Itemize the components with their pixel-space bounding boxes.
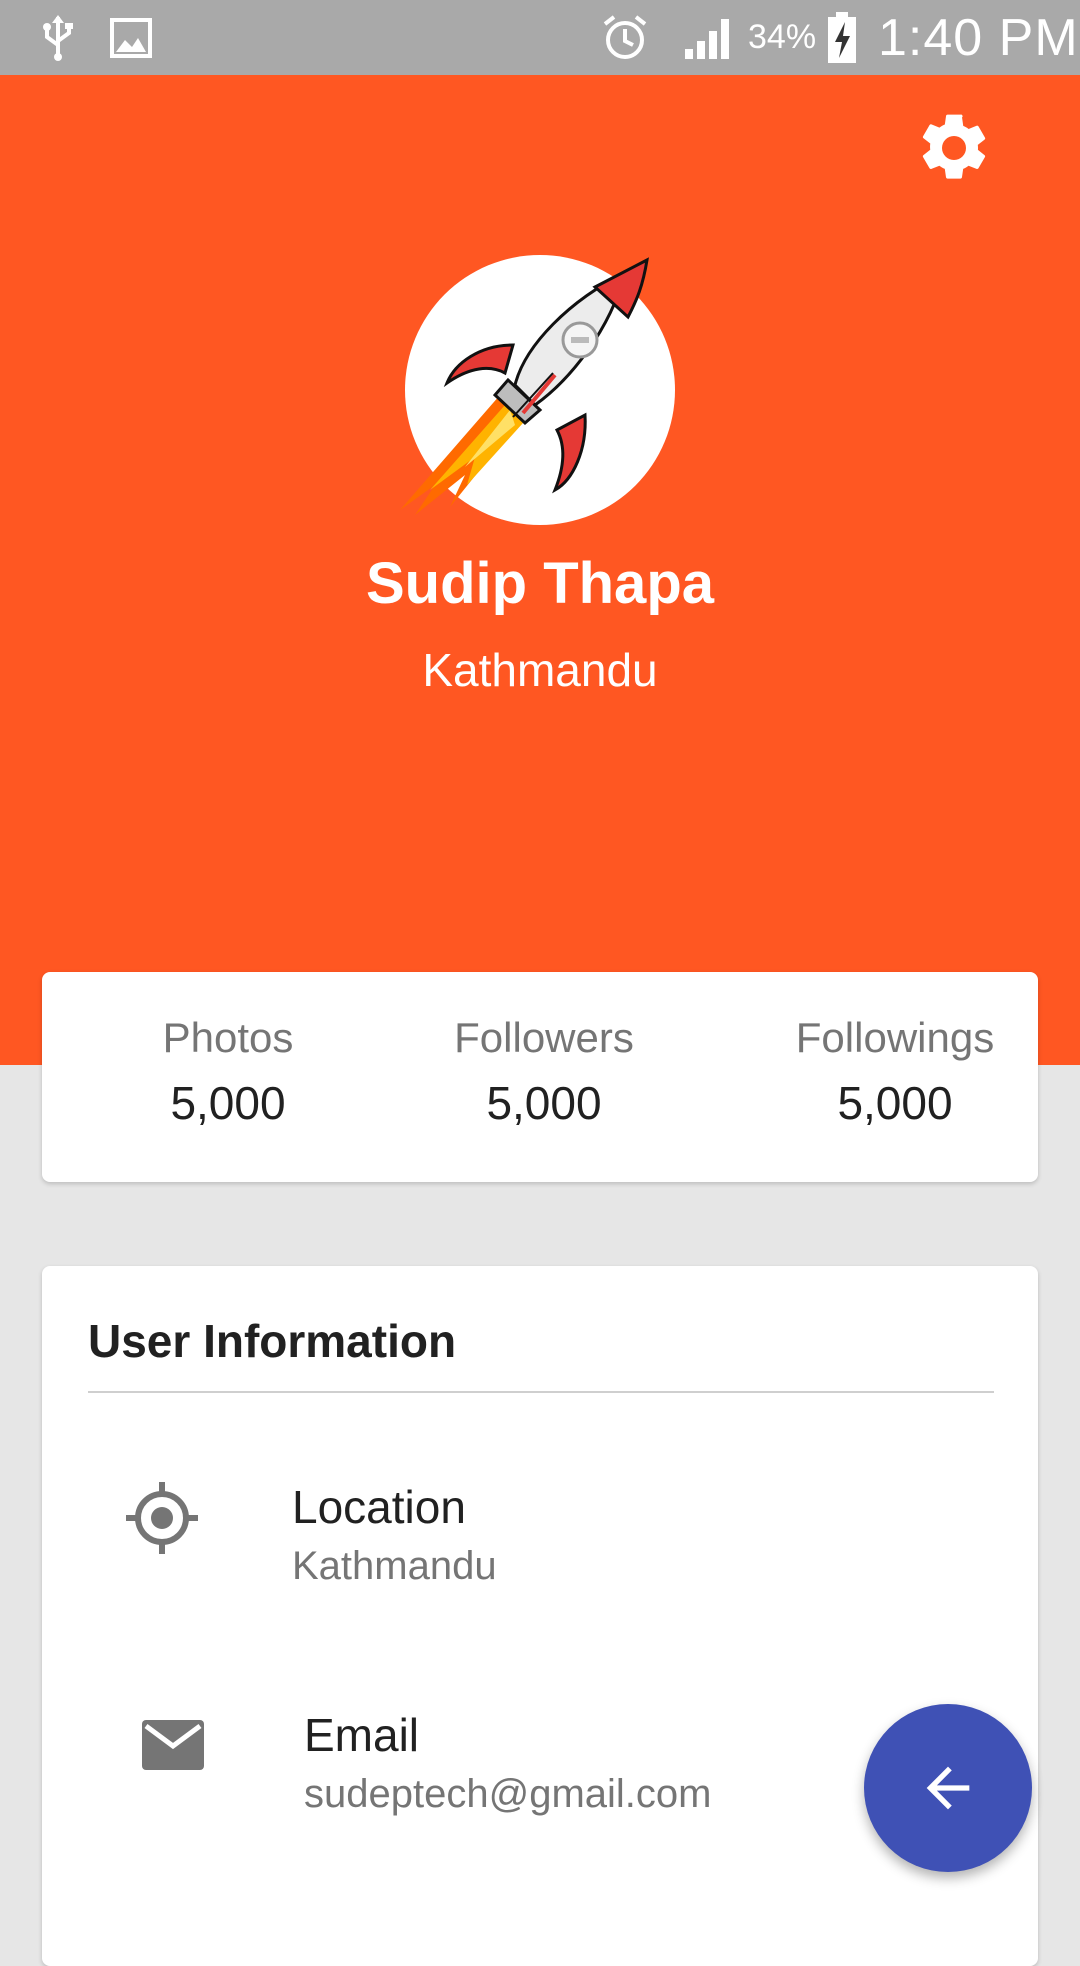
stat-photos[interactable]: Photos 5,000 — [78, 1014, 378, 1130]
usb-icon — [38, 0, 78, 75]
stat-value: 5,000 — [486, 1077, 602, 1129]
user-city: Kathmandu — [422, 644, 658, 696]
section-title: User Information — [88, 1315, 457, 1367]
info-label: Email — [304, 1709, 420, 1761]
gear-icon — [922, 114, 986, 179]
user-information-card: User Information Location Kathmandu Emai… — [42, 1266, 1038, 1966]
signal-icon — [682, 0, 734, 75]
profile-header: Sudip Thapa Kathmandu — [0, 75, 1080, 1065]
info-value: Kathmandu — [292, 1544, 497, 1588]
divider — [88, 1391, 994, 1393]
battery-percent: 34% — [748, 18, 817, 56]
arrow-back-icon — [926, 1766, 970, 1810]
stat-label: Followers — [454, 1014, 634, 1061]
status-bar: 34% 1:40 PM — [0, 0, 1080, 75]
user-name: Sudip Thapa — [366, 551, 714, 616]
clock: 1:40 PM — [878, 8, 1079, 67]
stat-label: Followings — [795, 1014, 995, 1061]
info-value: sudeptech@gmail.com — [304, 1772, 712, 1816]
stats-card: Photos 5,000 Followers 5,000 Followings … — [42, 972, 1038, 1182]
stat-value: 5,000 — [837, 1077, 953, 1129]
stat-followers[interactable]: Followers 5,000 — [394, 1014, 694, 1130]
stat-label: Photos — [162, 1014, 294, 1061]
stat-value: 5,000 — [170, 1077, 286, 1129]
back-fab-button[interactable] — [864, 1704, 1032, 1872]
settings-button[interactable] — [914, 108, 994, 188]
email-icon — [142, 1720, 204, 1770]
battery-charging-icon — [824, 0, 860, 75]
alarm-icon — [600, 0, 650, 75]
info-label: Location — [292, 1481, 466, 1533]
rocket-icon — [400, 257, 649, 515]
stat-followings[interactable]: Followings 5,000 — [745, 1014, 1045, 1130]
location-target-icon — [126, 1482, 198, 1554]
image-icon — [108, 0, 154, 75]
